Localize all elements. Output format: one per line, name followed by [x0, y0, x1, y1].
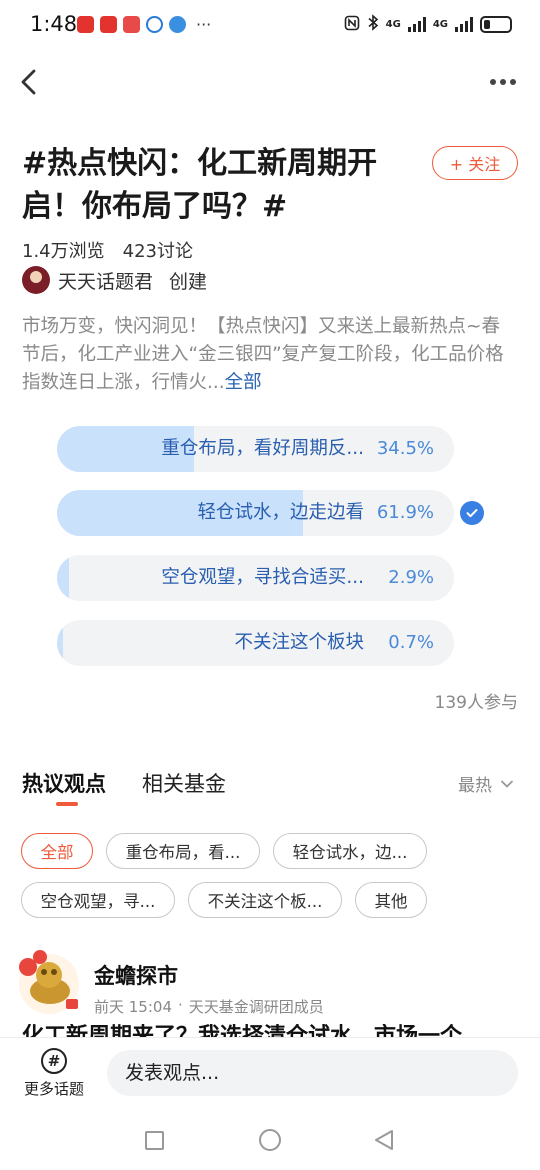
post-author-avatar[interactable] [14, 947, 84, 1017]
topic-title: #热点快闪：化工新周期开启！你布局了吗？# [22, 146, 378, 224]
back-button[interactable] [14, 64, 46, 100]
creator-role: 创建 [169, 270, 208, 293]
shop-app-icon [100, 16, 117, 33]
poll-option[interactable]: 不关注这个板块 0.7% [57, 620, 454, 666]
poll-fill-bar [57, 555, 69, 601]
active-tab-indicator [56, 802, 78, 806]
poll-option-percent: 2.9% [388, 567, 434, 588]
poll-fill-bar [57, 620, 63, 666]
poll-option[interactable]: 轻仓试水，边走边看 61.9% [57, 490, 454, 536]
recent-apps-button[interactable] [145, 1131, 164, 1150]
filter-chip-other[interactable]: 其他 [355, 882, 427, 918]
status-more: ··· [196, 15, 212, 34]
battery-icon [480, 15, 512, 33]
creator-avatar [22, 266, 50, 294]
description-text: 市场万变，快闪洞见！【热点快闪】又来送上最新热点~春节后，化工产业进入“金三银四… [22, 316, 504, 393]
comment-input[interactable]: 发表观点... [107, 1050, 518, 1096]
view-count: 1.4万浏览 [22, 241, 105, 262]
post-author-name[interactable]: 金蟾探市 [94, 960, 178, 990]
home-button[interactable] [259, 1129, 281, 1151]
filter-chip-heavy[interactable]: 重仓布局，看... [106, 833, 260, 869]
poll-option-percent: 0.7% [388, 632, 434, 653]
topic-stats: 1.4万浏览 423讨论 [22, 237, 193, 263]
tab-related-funds[interactable]: 相关基金 [142, 768, 226, 798]
expand-description-link[interactable]: 全部 [225, 372, 262, 393]
topic-creator[interactable]: 天天话题君 创建 [22, 266, 207, 294]
poll-option-label: 轻仓试水，边走边看 [197, 502, 364, 523]
chevron-down-icon [500, 779, 514, 788]
network-label-2: 4G [432, 18, 448, 30]
status-notification-icons: ··· [77, 15, 211, 34]
status-time: 1:48 [30, 12, 78, 36]
author-badge: 天天基金调研团成员 [188, 998, 324, 1016]
more-topics-button[interactable]: # 更多话题 [18, 1048, 90, 1099]
status-system-icons: 4G 4G [344, 14, 512, 34]
post-time: 前天 15:04 [94, 998, 172, 1016]
globe-app-icon [169, 16, 186, 33]
poll-option-label: 重仓布局，看好周期反... [161, 438, 364, 459]
status-bar: 1:48 ··· 4G 4G [0, 0, 540, 52]
poll-option-label: 空仓观望，寻找合适买... [161, 567, 364, 588]
system-back-button[interactable] [372, 1128, 396, 1152]
poll-option[interactable]: 重仓布局，看好周期反... 34.5% [57, 426, 454, 472]
news-app-icon [123, 16, 140, 33]
post-title-snippet[interactable]: 化工新周期来了？我选择清仓试水，市场一个 [22, 1024, 522, 1038]
huawei-app-icon [77, 16, 94, 33]
poll-option[interactable]: 空仓观望，寻找合适买... 2.9% [57, 555, 454, 601]
bluetooth-icon [367, 14, 379, 34]
filter-chip-light[interactable]: 轻仓试水，边... [273, 833, 427, 869]
follow-button[interactable]: + 关注 [432, 146, 518, 180]
poll-option-percent: 61.9% [376, 502, 434, 523]
sort-label: 最热 [458, 776, 492, 796]
more-topics-label: 更多话题 [23, 1080, 84, 1098]
poll-participants: 139人参与 [434, 693, 518, 713]
system-nav-bar [0, 1112, 540, 1170]
filter-chip-empty[interactable]: 空仓观望，寻... [21, 882, 175, 918]
poll-option-percent: 34.5% [376, 438, 434, 459]
meta-separator: · [178, 996, 183, 1014]
bottom-bar: # 更多话题 发表观点... [0, 1037, 540, 1112]
signal-icon-2 [455, 16, 473, 32]
tab-hot-opinions[interactable]: 热议观点 [22, 768, 106, 798]
post-meta: 前天 15:04 · 天天基金调研团成员 [94, 996, 324, 1017]
nfc-icon [344, 15, 360, 34]
dot-icon [510, 79, 516, 85]
filter-chip-all[interactable]: 全部 [21, 833, 93, 869]
more-options-button[interactable] [486, 70, 520, 94]
signal-icon-1 [407, 16, 426, 32]
selected-check-icon [460, 501, 484, 525]
network-label-1: 4G [385, 18, 401, 30]
topic-description: 市场万变，快闪洞见！【热点快闪】又来送上最新热点~春节后，化工产业进入“金三银四… [22, 313, 518, 397]
sort-dropdown[interactable]: 最热 [458, 771, 514, 796]
filter-chip-ignore[interactable]: 不关注这个板... [188, 882, 342, 918]
dot-icon [490, 79, 496, 85]
browser-app-icon [146, 16, 163, 33]
poll-option-label: 不关注这个板块 [234, 632, 364, 653]
creator-name: 天天话题君 [58, 270, 154, 293]
hashtag-icon: # [41, 1048, 67, 1074]
dot-icon [500, 79, 506, 85]
discussion-count: 423讨论 [122, 241, 193, 262]
